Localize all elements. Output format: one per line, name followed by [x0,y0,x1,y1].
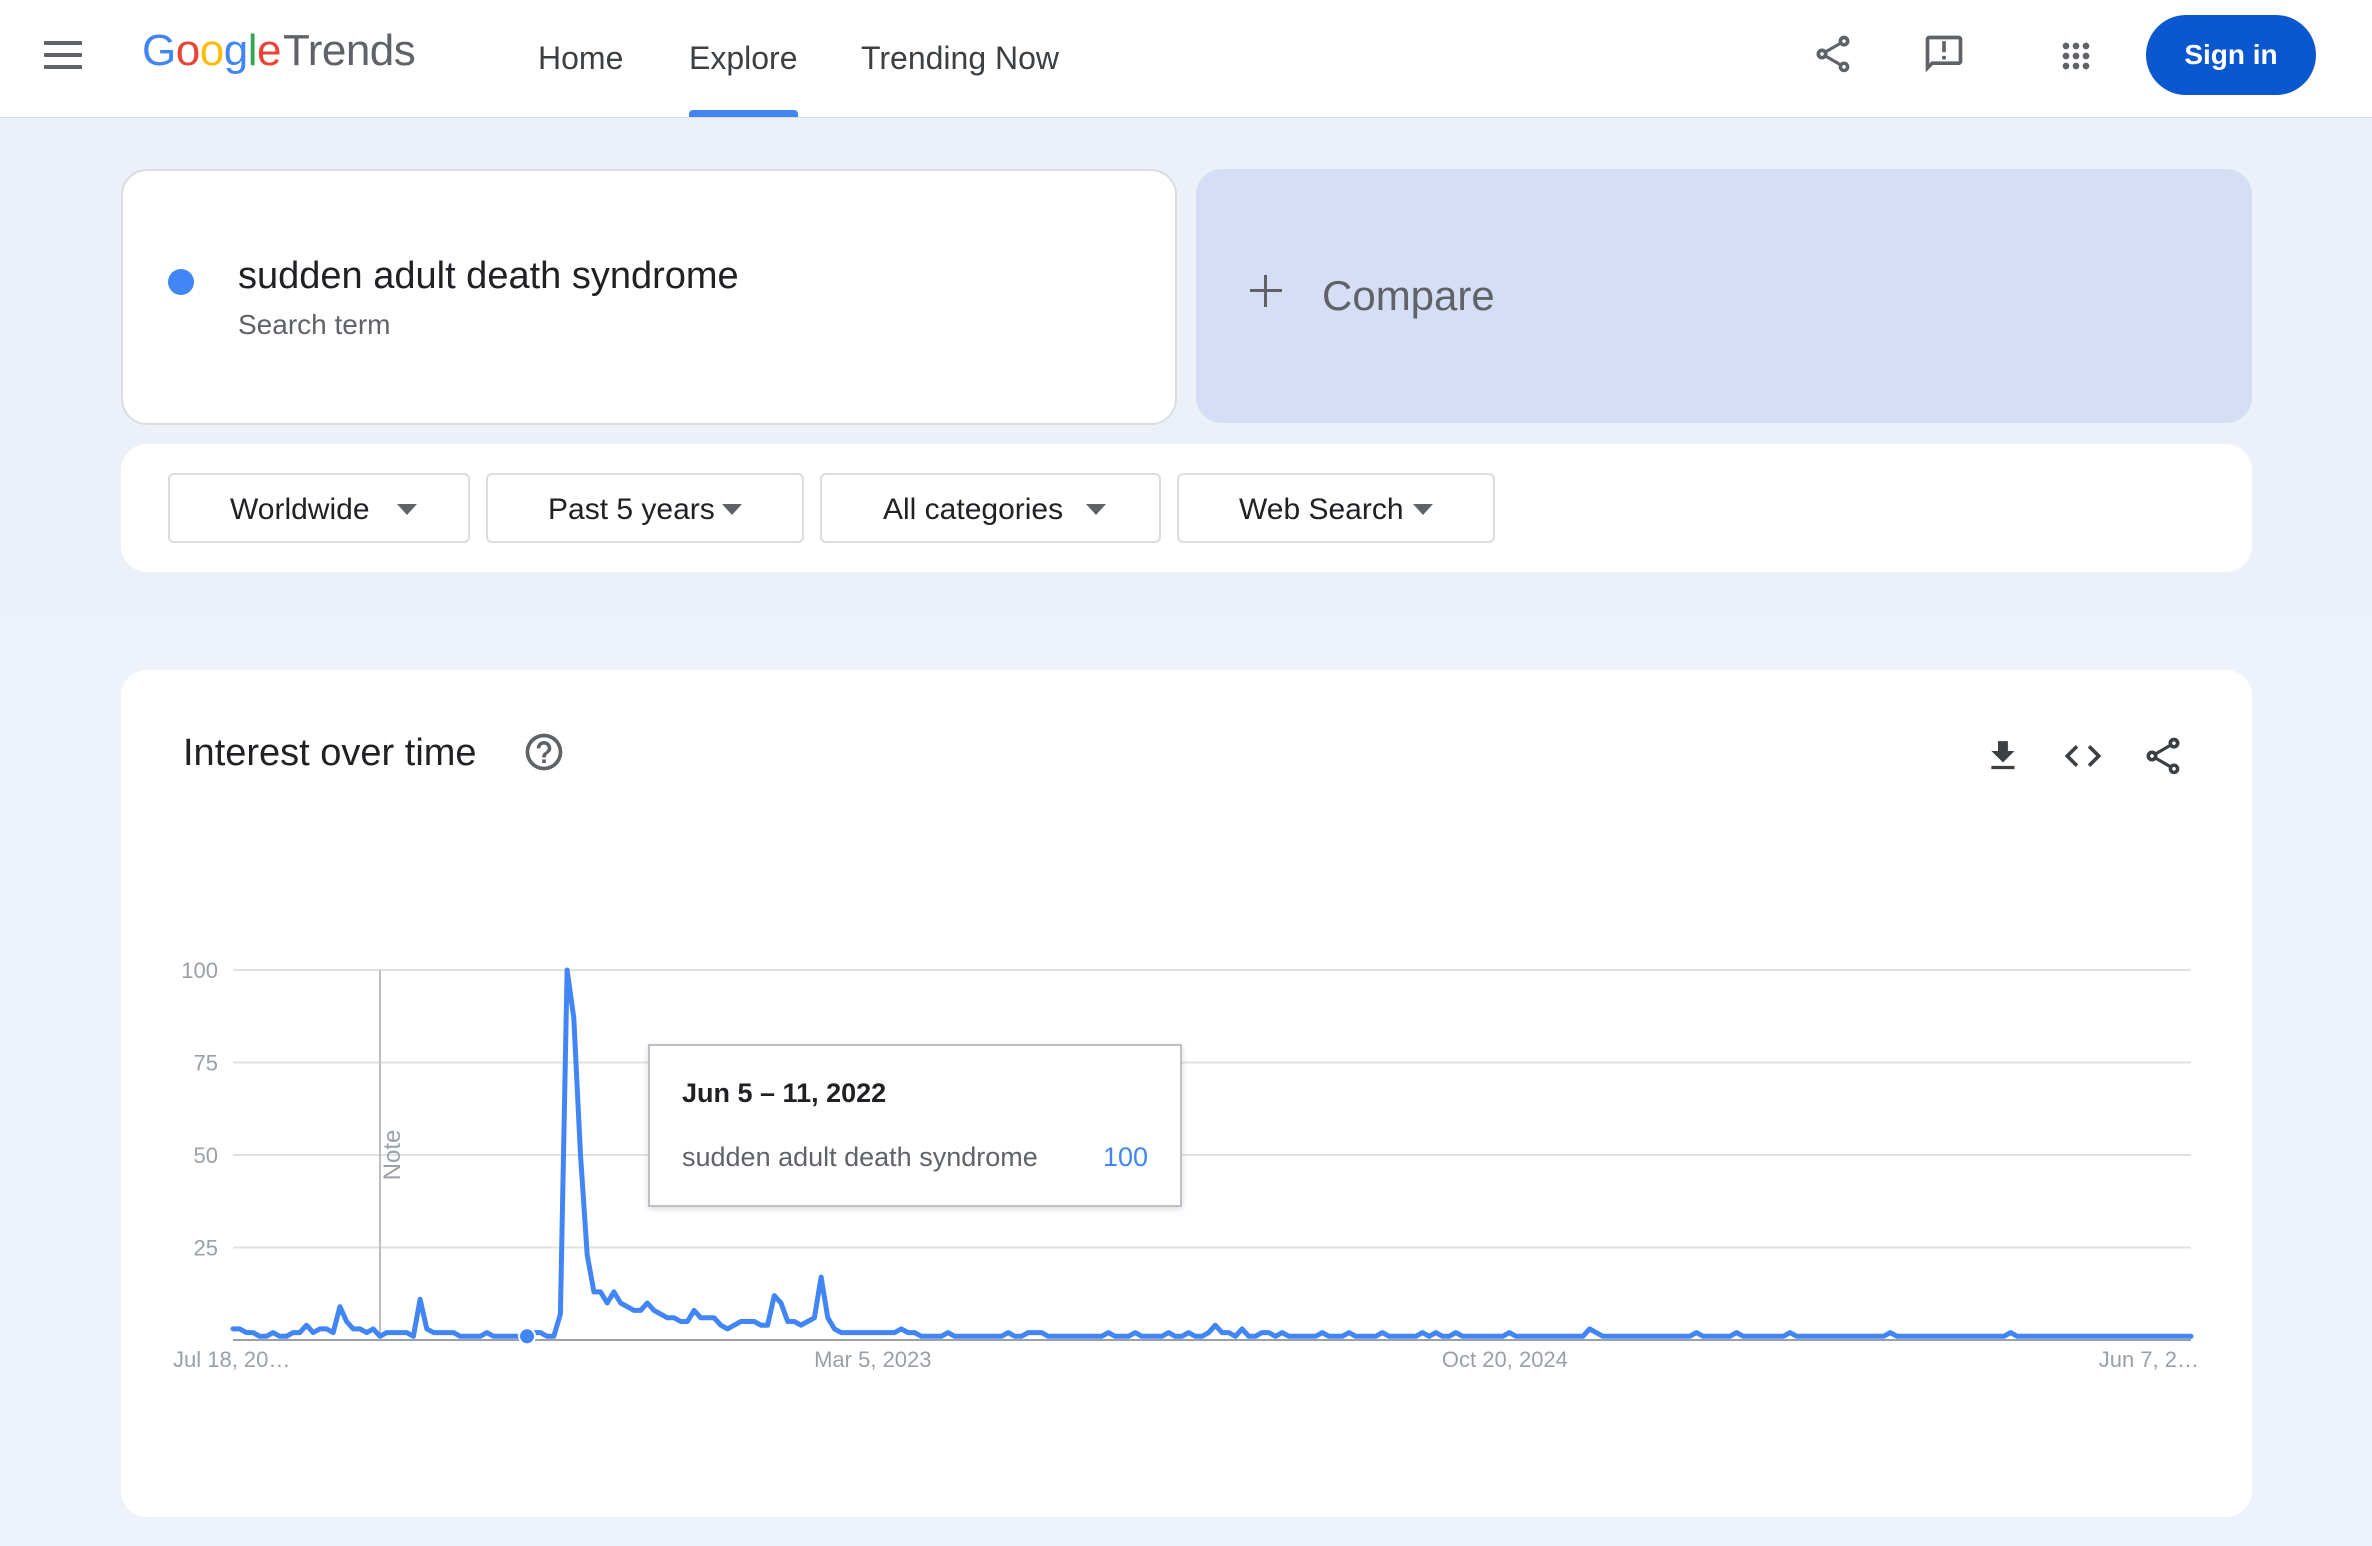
filter-region-dropdown[interactable]: Worldwide [168,473,470,543]
chart-tooltip: Jun 5 – 11, 2022 sudden adult death synd… [648,1044,1182,1207]
search-term-text[interactable]: sudden adult death syndrome [238,255,739,298]
series-line-sudden-adult-death-syndrome [230,967,2194,1339]
x-tick-label-3: Jun 7, 2… [2099,1347,2199,1372]
compare-button[interactable]: Compare [1196,169,2252,423]
search-term-card[interactable]: sudden adult death syndrome Search term [121,169,1177,425]
nav-trending-now[interactable]: Trending Now [861,0,1059,117]
tooltip-date: Jun 5 – 11, 2022 [682,1078,887,1108]
apps-icon[interactable] [2056,36,2096,81]
term-color-dot [168,269,194,295]
feedback-icon[interactable] [1922,32,1966,81]
compare-label: Compare [1322,272,1495,319]
note-label: Note [379,1130,406,1181]
y-tick-label-25: 25 [194,1236,218,1261]
highlight-data-point [518,1327,537,1346]
dropdown-arrow-icon [722,504,742,515]
google-trends-logo[interactable]: GoogleTrends [142,26,416,76]
y-tick-label-100: 100 [181,958,218,983]
x-tick-label-1: Mar 5, 2023 [814,1347,931,1372]
dropdown-arrow-icon [1086,504,1106,515]
dropdown-arrow-icon [1413,504,1433,515]
top-app-bar: GoogleTrends Home Explore Trending Now S… [0,0,2372,118]
interest-line-chart[interactable]: 25 50 75 100 Note Jul 18, 20… Mar 5, 2023 Oct 2… [121,670,2252,1517]
filter-time-dropdown[interactable]: Past 5 years [486,473,804,543]
dropdown-arrow-icon [397,504,417,515]
interest-over-time-card: Interest over time 25 50 75 100 Note Jul 18, … [121,670,2252,1517]
filter-bar: Worldwide Past 5 years All categories We… [121,444,2252,572]
share-icon[interactable] [1811,32,1855,81]
menu-icon[interactable] [44,41,82,71]
filter-search-type-dropdown[interactable]: Web Search [1177,473,1495,543]
y-tick-label-75: 75 [194,1051,218,1076]
filter-category-dropdown[interactable]: All categories [820,473,1161,543]
x-tick-label-0: Jul 18, 20… [173,1347,290,1372]
search-term-type: Search term [238,309,391,340]
sign-in-button[interactable]: Sign in [2146,15,2316,95]
y-tick-label-50: 50 [194,1143,218,1168]
tooltip-term: sudden adult death syndrome [682,1142,1038,1172]
nav-explore[interactable]: Explore [689,0,798,117]
nav-home[interactable]: Home [538,0,623,117]
x-tick-label-2: Oct 20, 2024 [1442,1347,1568,1372]
active-tab-indicator [689,110,798,117]
plus-icon [1250,275,1282,307]
tooltip-value: 100 [1102,1142,1148,1172]
